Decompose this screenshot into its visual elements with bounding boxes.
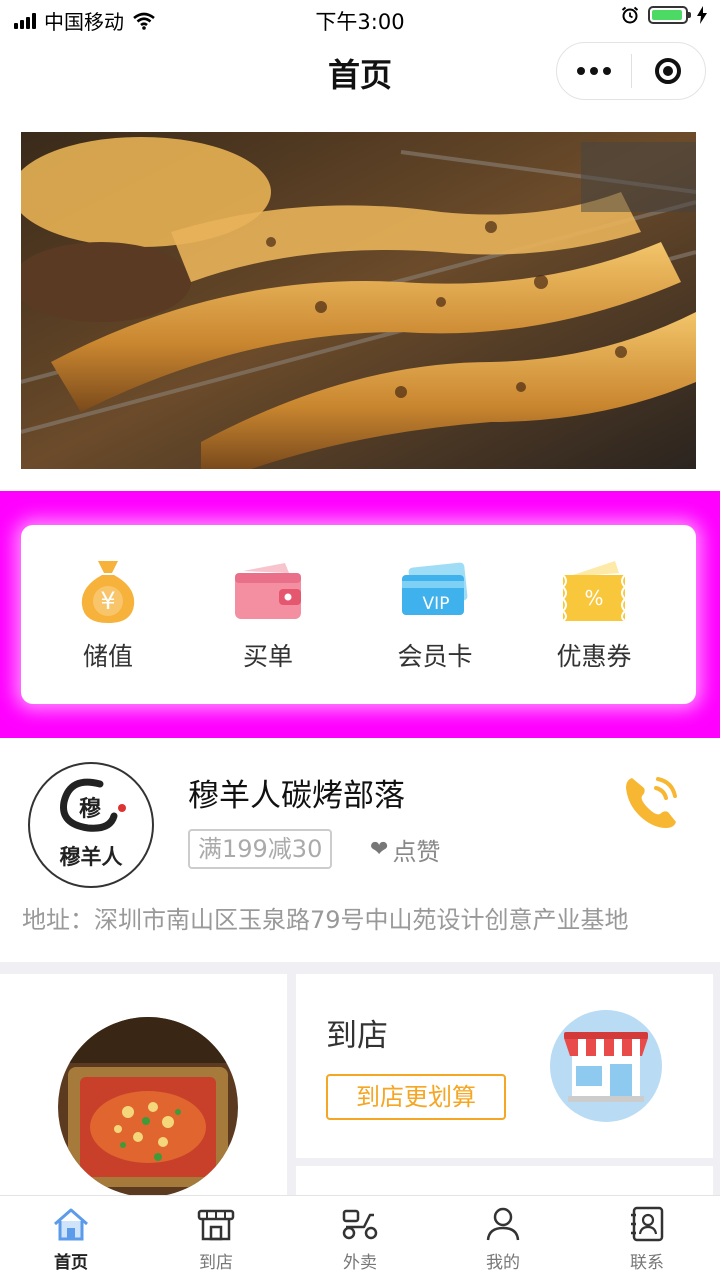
tab-mine[interactable]: 我的: [453, 1204, 553, 1273]
tab-label: 我的: [486, 1253, 520, 1273]
home-icon: [21, 1204, 121, 1244]
money-bag-icon: ¥: [48, 557, 168, 625]
store-icon: [166, 1204, 266, 1244]
svg-text:VIP: VIP: [423, 594, 450, 614]
shop-logo: 穆 穆羊人: [28, 762, 154, 888]
menu-item-label: 会员卡: [397, 642, 473, 671]
featured-dish-card[interactable]: [0, 974, 287, 1204]
store-visit-card[interactable]: 到店 到店更划算: [296, 974, 713, 1158]
shop-info: 穆 穆羊人 穆羊人碳烤部落 满199减30 ❤ 点赞 地址：深圳市南山区玉泉路7…: [0, 740, 720, 962]
nav-bar: 首页: [0, 36, 720, 104]
menu-item-label: 优惠券: [556, 642, 632, 671]
tab-store[interactable]: 到店: [166, 1204, 266, 1273]
tab-label: 到店: [199, 1253, 233, 1273]
menu-item-pay[interactable]: 买单: [208, 557, 328, 673]
dish-image: [58, 1017, 238, 1197]
user-icon: [453, 1204, 553, 1244]
status-bar: 中国移动 下午3:00: [0, 0, 720, 36]
heart-icon: ❤: [370, 837, 389, 862]
battery-icon: [648, 6, 691, 24]
svg-text:%: %: [584, 586, 603, 610]
tab-label: 外卖: [343, 1253, 377, 1273]
scooter-icon: [310, 1204, 410, 1244]
tab-contact[interactable]: 联系: [597, 1204, 697, 1273]
charging-icon: [697, 6, 707, 24]
like-label: 点赞: [392, 838, 441, 866]
clock: 下午3:00: [315, 10, 405, 34]
store-card-title: 到店: [326, 1018, 388, 1054]
quick-menu-card: ¥ 储值 买单 VIP 会员卡 % 优惠券: [21, 525, 696, 704]
svg-text:穆羊人: 穆羊人: [60, 844, 123, 869]
svg-text:穆: 穆: [79, 796, 101, 822]
tab-label: 联系: [630, 1253, 664, 1273]
menu-item-recharge[interactable]: ¥ 储值: [48, 557, 168, 673]
menu-item-label: 储值: [82, 642, 133, 671]
tab-bar: 首页 到店 外卖 我的 联系: [0, 1195, 720, 1279]
coupon-icon: %: [534, 557, 654, 625]
shop-address: 地址：深圳市南山区玉泉路79号中山苑设计创意产业基地: [22, 906, 629, 934]
like-button[interactable]: ❤ 点赞: [370, 832, 440, 867]
promo-badge: 满199减30: [188, 829, 333, 869]
shop-name: 穆羊人碳烤部落: [188, 778, 405, 814]
alarm-icon: [621, 6, 639, 24]
more-icon[interactable]: [557, 67, 631, 75]
tab-delivery[interactable]: 外卖: [310, 1204, 410, 1273]
menu-item-coupon[interactable]: % 优惠券: [534, 557, 654, 673]
vip-card-icon: VIP: [375, 557, 495, 625]
wallet-icon: [208, 557, 328, 625]
banner-image[interactable]: [21, 132, 696, 469]
contacts-icon: [597, 1204, 697, 1244]
close-target-icon[interactable]: [632, 58, 706, 84]
phone-call-icon[interactable]: [620, 770, 684, 834]
menu-item-label: 买单: [242, 642, 293, 671]
tab-home[interactable]: 首页: [21, 1204, 121, 1273]
quick-menu-section: ¥ 储值 买单 VIP 会员卡 % 优惠券: [0, 491, 720, 738]
tab-label: 首页: [54, 1253, 88, 1273]
content-grid: 到店 到店更划算: [0, 962, 720, 1206]
menu-item-vip-card[interactable]: VIP 会员卡: [375, 557, 495, 673]
mini-program-capsule: [556, 42, 706, 100]
svg-text:¥: ¥: [100, 587, 115, 615]
store-deal-button[interactable]: 到店更划算: [326, 1074, 506, 1120]
storefront-icon: [550, 1010, 662, 1122]
